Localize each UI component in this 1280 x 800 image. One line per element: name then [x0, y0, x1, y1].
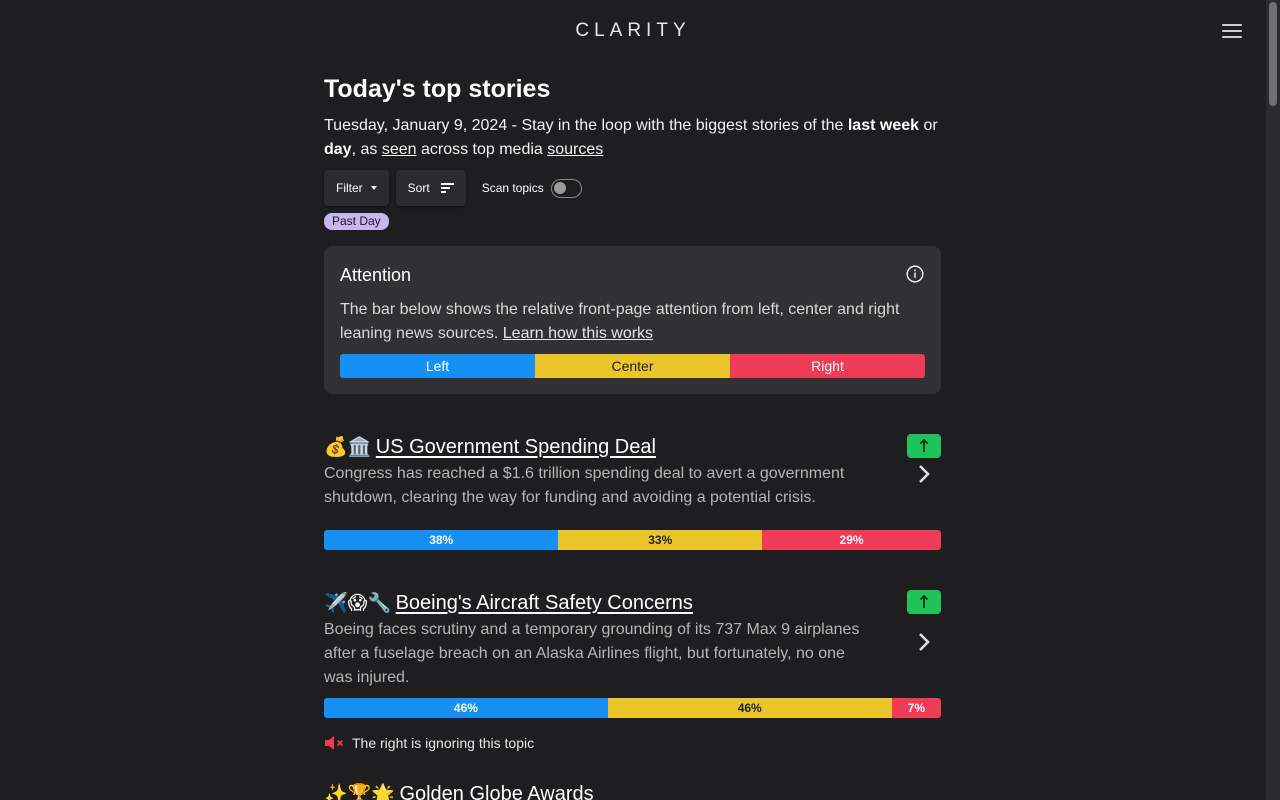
- subtitle-last-week: last week: [847, 117, 920, 134]
- legend-left: Left: [340, 354, 535, 378]
- story-card[interactable]: ✈️😱🔧 Boeing's Aircraft Safety Concerns B…: [324, 590, 941, 751]
- filter-label: Filter: [336, 181, 363, 195]
- filter-button[interactable]: Filter: [324, 170, 389, 206]
- story-title-link[interactable]: Golden Globe Awards: [399, 781, 593, 800]
- app-logo[interactable]: CLARITY: [0, 20, 1266, 42]
- scrollbar[interactable]: [1266, 0, 1280, 800]
- chevron-right-icon[interactable]: [917, 632, 931, 652]
- subtitle-across: across top media: [416, 141, 548, 158]
- filter-chip-past-day[interactable]: Past Day: [324, 213, 389, 230]
- ignored-topic-text: The right is ignoring this topic: [352, 735, 535, 751]
- bias-right-segment: 7%: [891, 698, 941, 718]
- toggle-knob: [553, 181, 566, 194]
- main-content: Today's top stories Tuesday, January 9, …: [324, 70, 941, 800]
- seen-link[interactable]: seen: [382, 141, 417, 158]
- trending-up-badge: [907, 434, 941, 458]
- scan-topics-label: Scan topics: [481, 181, 544, 195]
- scan-topics-toggle[interactable]: [550, 178, 582, 198]
- controls-row: Filter Sort Scan topics: [324, 170, 941, 206]
- trending-up-badge: [907, 590, 941, 614]
- story-description: Boeing faces scrutiny and a temporary gr…: [324, 621, 860, 686]
- subtitle-text: Tuesday, January 9, 2024 - Stay in the l…: [324, 117, 848, 134]
- page-title: Today's top stories: [324, 75, 551, 103]
- story-description: Congress has reached a $1.6 trillion spe…: [324, 465, 845, 506]
- story-title-row: ✨🏆🌟 Golden Globe Awards: [324, 781, 941, 800]
- story-bias-bar: 46% 46% 7%: [324, 698, 941, 718]
- learn-how-link[interactable]: Learn how this works: [503, 325, 653, 342]
- hamburger-menu-icon[interactable]: [1222, 24, 1242, 40]
- chevron-right-icon[interactable]: [917, 464, 931, 484]
- scrollbar-thumb[interactable]: [1269, 2, 1277, 106]
- attention-title: Attention: [340, 265, 412, 285]
- legend-center: Center: [535, 354, 730, 378]
- story-card[interactable]: 💰🏛️ US Government Spending Deal Congress…: [324, 434, 941, 550]
- story-emojis: 💰🏛️: [324, 436, 372, 458]
- info-icon[interactable]: [906, 265, 924, 283]
- sources-link[interactable]: sources: [547, 141, 603, 158]
- sort-lines-icon: [440, 181, 454, 196]
- attention-card: Attention The bar below shows the relati…: [324, 246, 941, 394]
- subtitle-as: , as: [351, 141, 382, 158]
- bias-center-segment: 33%: [558, 530, 763, 550]
- top-bar: CLARITY: [0, 0, 1266, 64]
- story-title-row: ✈️😱🔧 Boeing's Aircraft Safety Concerns: [324, 590, 941, 618]
- legend-right: Right: [730, 354, 925, 378]
- bias-left-segment: 46%: [324, 698, 608, 718]
- story-title-row: 💰🏛️ US Government Spending Deal: [324, 434, 941, 462]
- story-emojis: ✈️😱🔧: [324, 592, 392, 614]
- subtitle-or: or: [919, 117, 938, 134]
- story-title-link[interactable]: Boeing's Aircraft Safety Concerns: [396, 590, 693, 616]
- sort-button[interactable]: Sort: [395, 170, 466, 206]
- arrow-up-icon: [919, 594, 929, 608]
- muted-speaker-icon: [325, 736, 344, 750]
- bias-center-segment: 46%: [607, 698, 892, 718]
- attention-description: The bar below shows the relative front-p…: [340, 298, 925, 346]
- page-subtitle: Tuesday, January 9, 2024 - Stay in the l…: [324, 114, 941, 162]
- subtitle-day: day: [324, 141, 352, 158]
- story-bias-bar: 38% 33% 29%: [324, 530, 941, 550]
- sort-label: Sort: [407, 181, 430, 195]
- bias-right-segment: 29%: [762, 530, 941, 550]
- story-card[interactable]: ✨🏆🌟 Golden Globe Awards: [324, 781, 941, 800]
- arrow-up-icon: [919, 438, 929, 452]
- story-title-link[interactable]: US Government Spending Deal: [376, 434, 656, 460]
- story-emojis: ✨🏆🌟: [324, 783, 395, 800]
- bias-left-segment: 38%: [324, 530, 559, 550]
- caret-down-icon: [370, 186, 377, 190]
- ignored-topic-note: The right is ignoring this topic: [324, 735, 941, 751]
- attention-legend-bar: Left Center Right: [340, 354, 925, 378]
